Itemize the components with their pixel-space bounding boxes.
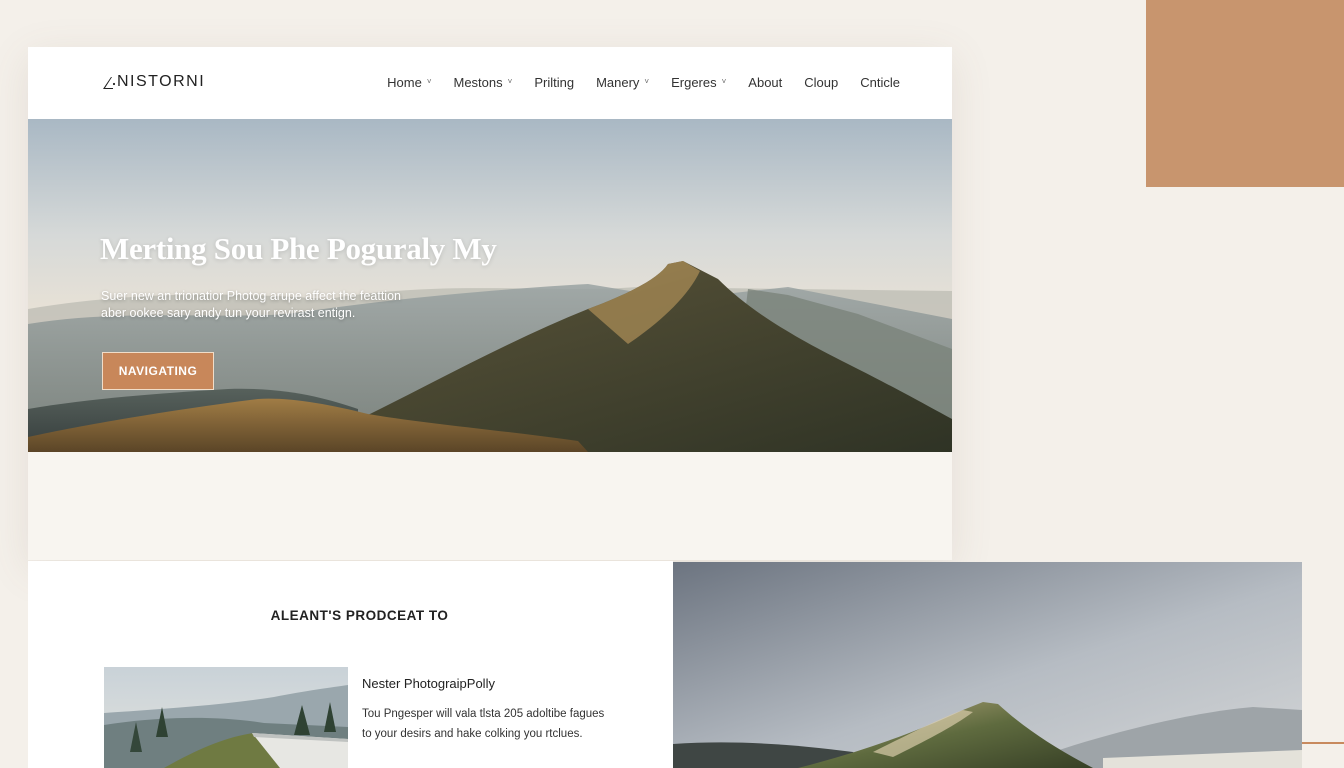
chevron-down-icon: ˅ [644, 77, 650, 86]
nav-item-manery[interactable]: Manery ˅ [596, 75, 649, 90]
chevron-down-icon: ˅ [507, 77, 513, 86]
chevron-down-icon: ˅ [721, 77, 727, 86]
hero-subtitle: Suer new an trionatior Photog arupe affe… [101, 289, 401, 320]
hero-title: Merting Sou Phe Poguraly My [100, 231, 497, 266]
stylized-a-icon [103, 76, 116, 89]
featured-section: ALEANT'S PRODCEAT TO Nester PhotograipPo… [28, 561, 673, 768]
nav-item-prilting[interactable]: Prilting [534, 75, 574, 90]
section-heading: ALEANT'S PRODCEAT TO [270, 608, 449, 623]
chevron-down-icon: ˅ [426, 77, 432, 86]
nav-item-cnticle[interactable]: Cnticle [860, 75, 900, 90]
nav-item-ergeres[interactable]: Ergeres ˅ [671, 75, 726, 90]
featured-item-title[interactable]: Nester PhotograipPolly [362, 676, 495, 691]
decorative-accent-block [1146, 0, 1344, 187]
featured-thumbnail[interactable] [104, 667, 348, 768]
logo-text: NISTORNI [117, 73, 206, 90]
ridge-peak-image [673, 562, 1302, 768]
website-preview-card: NISTORNI Home ˅ Mestons ˅ Prilting Maner… [28, 47, 952, 560]
main-nav: Home ˅ Mestons ˅ Prilting Manery ˅ Erger… [387, 75, 900, 90]
hero-section: Merting Sou Phe Poguraly My Suer new an … [28, 119, 952, 452]
hero-mountain-image [28, 119, 952, 452]
navigating-cta-button[interactable]: NAVIGATING [102, 352, 214, 390]
nav-item-home[interactable]: Home ˅ [387, 75, 431, 90]
navbar: NISTORNI Home ˅ Mestons ˅ Prilting Maner… [28, 47, 952, 119]
nav-item-about[interactable]: About [748, 75, 782, 90]
featured-item-body: Tou Pngesper will vala tlsta 205 adoltib… [362, 708, 605, 740]
valley-walkway-image [104, 667, 348, 768]
site-logo[interactable]: NISTORNI [102, 73, 205, 91]
page: NISTORNI Home ˅ Mestons ˅ Prilting Maner… [0, 0, 1344, 768]
decorative-accent-line [1302, 742, 1344, 744]
nav-item-mestons[interactable]: Mestons ˅ [454, 75, 513, 90]
nav-item-cloup[interactable]: Cloup [804, 75, 838, 90]
side-photo [673, 562, 1302, 768]
